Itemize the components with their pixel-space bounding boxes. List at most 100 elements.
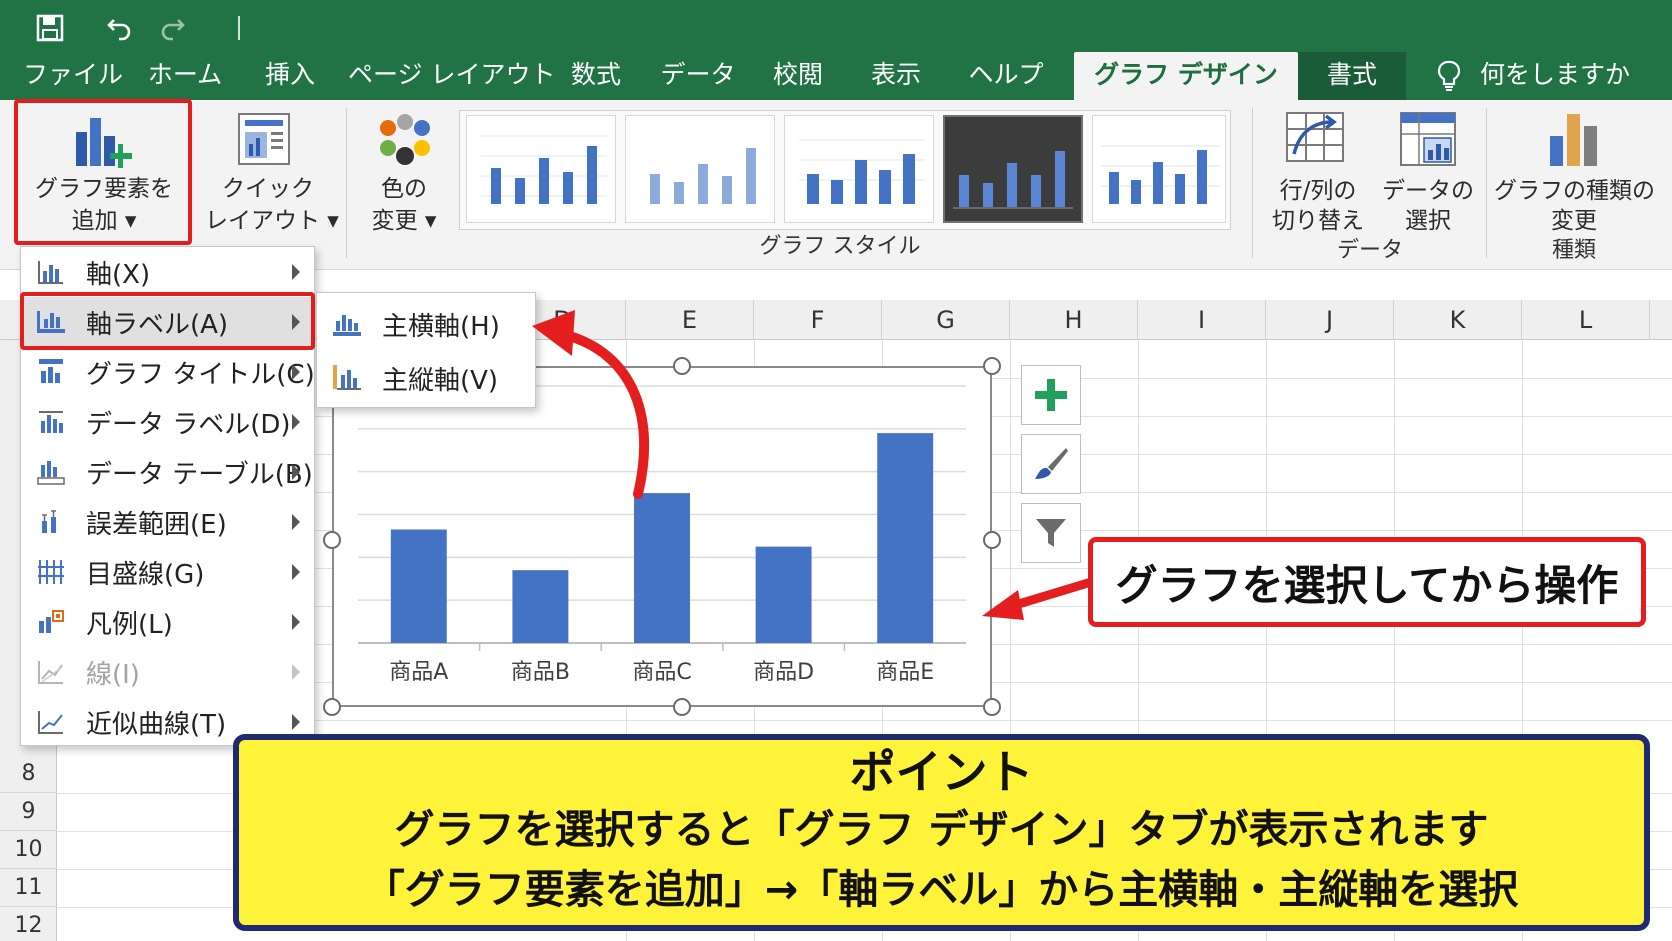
change-chart-type-label-1: グラフの種類の bbox=[1494, 178, 1655, 204]
color-palette-icon bbox=[374, 112, 436, 176]
chart-style-1[interactable] bbox=[466, 115, 616, 223]
resize-handle-top-right[interactable] bbox=[983, 357, 1001, 375]
tab-page-layout[interactable]: ページ レイアウト bbox=[348, 52, 555, 100]
menu-item-label: 目盛線(G) bbox=[86, 559, 205, 590]
error-bars-icon bbox=[42, 510, 56, 533]
submenu-item-primary-horizontal[interactable]: 主横軸(H) bbox=[317, 299, 535, 349]
data-labels-icon bbox=[39, 411, 63, 433]
undo-icon[interactable] bbox=[102, 10, 138, 46]
chart-style-2[interactable] bbox=[625, 115, 775, 223]
legend-icon bbox=[39, 610, 64, 633]
category-tick-label: 商品B bbox=[511, 660, 570, 685]
column-header-j[interactable]: J bbox=[1266, 300, 1394, 340]
resize-handle-top[interactable] bbox=[673, 357, 691, 375]
tab-insert[interactable]: 挿入 bbox=[255, 52, 325, 100]
menu-item-data-table[interactable]: データ テーブル(B) bbox=[21, 447, 314, 497]
resize-handle-bottom[interactable] bbox=[673, 698, 691, 716]
bar[interactable] bbox=[877, 433, 934, 643]
quick-layout-label-2: レイアウト ▾ bbox=[205, 208, 339, 234]
chart-filters-button[interactable] bbox=[1021, 503, 1081, 563]
row-header-10[interactable]: 10 bbox=[0, 831, 57, 869]
tell-me-search[interactable]: 何をしますか bbox=[1480, 52, 1660, 100]
switch-row-column-button[interactable]: 行/列の 切り替え bbox=[1262, 100, 1374, 234]
group-separator bbox=[346, 108, 347, 258]
qat-separator bbox=[236, 10, 242, 46]
change-colors-button[interactable]: 色の 変更 ▾ bbox=[352, 100, 456, 242]
menu-item-gridlines[interactable]: 目盛線(G) bbox=[21, 547, 314, 597]
chart-elements-button[interactable] bbox=[1021, 365, 1081, 425]
menu-item-chart-title[interactable]: グラフ タイトル(C) bbox=[21, 347, 315, 397]
chart-title-icon bbox=[39, 359, 63, 383]
primary-horizontal-icon bbox=[333, 315, 361, 336]
menu-item-error-bars[interactable]: 誤差範囲(E) bbox=[21, 497, 314, 547]
axis-titles-submenu: 主横軸(H) 主縦軸(V) bbox=[316, 292, 536, 408]
bar[interactable] bbox=[755, 546, 812, 643]
tab-formulas[interactable]: 数式 bbox=[564, 52, 628, 100]
bar[interactable] bbox=[512, 570, 569, 643]
point-line-2: 「グラフ要素を追加」→「軸ラベル」から主横軸・主縦軸を選択 bbox=[364, 867, 1519, 913]
row-header-11[interactable]: 11 bbox=[0, 869, 57, 907]
tab-format[interactable]: 書式 bbox=[1298, 52, 1406, 100]
column-header-g[interactable]: G bbox=[882, 300, 1010, 340]
point-note: ポイント グラフを選択すると「グラフ デザイン」タブが表示されます 「グラフ要素… bbox=[233, 734, 1650, 931]
bar[interactable] bbox=[390, 529, 447, 643]
bar[interactable] bbox=[634, 493, 690, 643]
column-header-i[interactable]: I bbox=[1138, 300, 1266, 340]
menu-item-axes[interactable]: 軸(X) bbox=[21, 247, 314, 297]
tab-home[interactable]: ホーム bbox=[140, 52, 230, 100]
paintbrush-icon bbox=[1035, 448, 1068, 479]
column-header-l[interactable]: L bbox=[1522, 300, 1650, 340]
tab-view[interactable]: 表示 bbox=[864, 52, 928, 100]
column-header-f[interactable]: F bbox=[754, 300, 882, 340]
title-bar: ファイル ホーム 挿入 ページ レイアウト 数式 データ 校閲 表示 ヘルプ グ… bbox=[0, 0, 1672, 100]
chart-object[interactable]: 商品A 商品B 商品C 商品D 商品E bbox=[332, 366, 992, 707]
tab-chart-design[interactable]: グラフ デザイン bbox=[1074, 52, 1298, 100]
menu-item-label: データ テーブル(B) bbox=[86, 459, 313, 490]
row-header-8[interactable]: 8 bbox=[0, 755, 57, 793]
resize-handle-right[interactable] bbox=[983, 531, 1001, 549]
row-header-12[interactable]: 12 bbox=[0, 907, 57, 941]
column-header-e[interactable]: E bbox=[626, 300, 754, 340]
point-title: ポイント bbox=[849, 745, 1034, 799]
menu-item-legend[interactable]: 凡例(L) bbox=[21, 597, 314, 647]
tab-review[interactable]: 校閲 bbox=[766, 52, 830, 100]
resize-handle-bottom-left[interactable] bbox=[323, 698, 341, 716]
category-tick-label: 商品E bbox=[876, 660, 934, 685]
plus-icon bbox=[1035, 379, 1067, 411]
chart-styles-button[interactable] bbox=[1021, 434, 1081, 494]
resize-handle-bottom-right[interactable] bbox=[983, 698, 1001, 716]
change-chart-type-button[interactable]: グラフの種類の 変更 bbox=[1494, 100, 1655, 234]
menu-item-data-labels[interactable]: データ ラベル(D) bbox=[21, 397, 314, 447]
point-line-1: グラフを選択すると「グラフ デザイン」タブが表示されます bbox=[394, 807, 1489, 853]
change-chart-type-icon bbox=[1546, 110, 1604, 174]
chevron-right-icon bbox=[292, 614, 300, 630]
save-icon[interactable] bbox=[32, 10, 68, 46]
column-header-h[interactable]: H bbox=[1010, 300, 1138, 340]
chevron-right-icon bbox=[292, 464, 300, 480]
chart-style-3[interactable] bbox=[784, 115, 934, 223]
column-header-k[interactable]: K bbox=[1394, 300, 1522, 340]
submenu-item-primary-vertical[interactable]: 主縦軸(V) bbox=[317, 353, 535, 403]
category-tick-label: 商品C bbox=[632, 660, 691, 685]
menu-item-label: データ ラベル(D) bbox=[86, 409, 291, 440]
chevron-right-icon bbox=[292, 364, 300, 380]
row-header-9[interactable]: 9 bbox=[0, 793, 57, 831]
axes-icon bbox=[38, 261, 63, 284]
lightbulb-icon bbox=[1434, 58, 1464, 94]
switch-row-column-label-1: 行/列の bbox=[1279, 178, 1357, 204]
select-data-button[interactable]: データの 選択 bbox=[1378, 100, 1478, 234]
quick-layout-button[interactable]: クイック レイアウト ▾ bbox=[205, 100, 339, 242]
tab-file[interactable]: ファイル bbox=[18, 52, 128, 100]
select-data-label-1: データの bbox=[1382, 178, 1474, 204]
trendline-icon bbox=[38, 711, 63, 734]
primary-vertical-icon bbox=[333, 365, 361, 390]
menu-item-label: 線(I) bbox=[86, 659, 140, 690]
tab-data[interactable]: データ bbox=[660, 52, 736, 100]
chart-style-4[interactable] bbox=[943, 115, 1083, 223]
callout-select-chart: グラフを選択してから操作 bbox=[1088, 537, 1646, 627]
redo-icon[interactable] bbox=[154, 10, 190, 46]
submenu-item-label: 主横軸(H) bbox=[382, 311, 500, 342]
resize-handle-left[interactable] bbox=[323, 531, 341, 549]
tab-help[interactable]: ヘルプ bbox=[966, 52, 1046, 100]
chart-style-5[interactable] bbox=[1092, 115, 1226, 223]
